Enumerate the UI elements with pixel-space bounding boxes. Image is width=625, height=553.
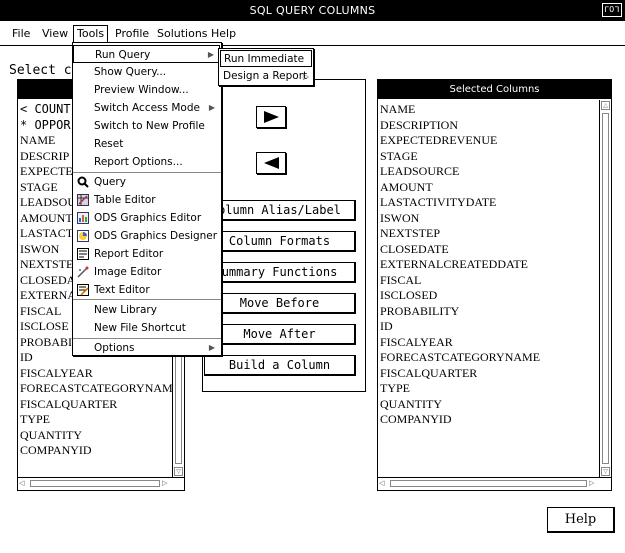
menu-file[interactable]: File <box>9 26 33 42</box>
menu-item-query[interactable]: Query <box>73 173 220 191</box>
window-control-icon[interactable]: ᒥ0ᒣ <box>602 3 622 17</box>
list-item[interactable]: FORECASTCATEGORYNAME <box>380 350 540 366</box>
selected-vertical-scrollbar[interactable]: △ ▽ <box>599 100 611 477</box>
selected-horizontal-scrollbar[interactable]: ◁ ▷ <box>378 477 611 490</box>
ods-graphics-editor-icon <box>77 212 89 224</box>
menu-item-run-query[interactable]: Run Query ▶ <box>73 45 220 63</box>
menu-item-ods-graphics-designer[interactable]: ODS Graphics Designer <box>73 227 220 245</box>
menu-item-design-report[interactable]: Design a Report ▷ <box>220 68 312 85</box>
selected-columns-rows: NAME DESCRIPTION EXPECTEDREVENUE STAGE LEADS… <box>380 102 540 428</box>
menu-item-image-editor[interactable]: Image Editor <box>73 263 220 281</box>
tools-menu: Run Query ▶ Show Query... Preview Window… <box>72 42 222 356</box>
scroll-thumb[interactable] <box>602 113 609 464</box>
move-after-button[interactable]: Move After <box>204 324 356 345</box>
submenu-arrow-icon: ▷ <box>302 72 309 81</box>
menu-item-preview-window[interactable]: Preview Window... <box>73 81 220 99</box>
summary-functions-button[interactable]: ummary Functions <box>204 262 356 283</box>
selected-columns-header: Selected Columns <box>378 80 611 99</box>
build-column-button[interactable]: Build a Column <box>204 355 356 376</box>
scroll-down-icon[interactable]: ▽ <box>601 467 610 476</box>
help-button[interactable]: Help <box>547 507 615 533</box>
ods-graphics-designer-icon <box>77 230 89 242</box>
menu-item-report-editor[interactable]: Report Editor <box>73 245 220 263</box>
remove-column-button[interactable] <box>256 152 286 174</box>
list-item[interactable]: FISCALQUARTER <box>380 366 540 382</box>
menu-item-table-editor[interactable]: Table Editor <box>73 191 220 209</box>
list-item[interactable]: CLOSEDATE <box>380 242 540 258</box>
available-horizontal-scrollbar[interactable]: ◁ ▷ <box>18 477 184 490</box>
list-item[interactable]: ID <box>380 319 540 335</box>
scroll-thumb-h[interactable] <box>390 480 587 487</box>
list-item[interactable]: FISCALYEAR <box>380 335 540 351</box>
list-item[interactable]: PROBABILITY <box>380 304 540 320</box>
run-query-submenu: Run Immediate Design a Report ▷ <box>218 48 314 86</box>
list-item[interactable]: ISWON <box>380 211 540 227</box>
menu-item-reset[interactable]: Reset <box>73 135 220 153</box>
list-item[interactable]: FISCALYEAR <box>20 366 180 382</box>
list-item[interactable]: TYPE <box>380 381 540 397</box>
arrow-right-icon <box>264 111 279 123</box>
list-item[interactable]: FORECASTCATEGORYNAME <box>20 381 180 397</box>
submenu-arrow-icon: ▶ <box>208 343 215 352</box>
list-item[interactable]: DESCRIPTION <box>380 118 540 134</box>
list-item[interactable]: FISCALQUARTER <box>20 397 180 413</box>
menu-separator <box>73 299 221 300</box>
list-item[interactable]: NEXTSTEP <box>380 226 540 242</box>
add-column-button[interactable] <box>256 106 286 128</box>
menu-item-options[interactable]: Options ▶ <box>73 339 220 357</box>
scroll-right-icon[interactable]: ▷ <box>162 479 171 488</box>
menu-item-report-options[interactable]: Report Options... <box>73 153 220 171</box>
query-icon <box>77 176 89 188</box>
menu-item-new-library[interactable]: New Library <box>73 301 220 319</box>
scroll-thumb-h[interactable] <box>30 480 160 487</box>
arrow-left-icon <box>264 157 279 169</box>
selected-columns-list[interactable]: Selected Columns NAME DESCRIPTION EXPECTED… <box>377 79 612 491</box>
menu-item-show-query[interactable]: Show Query... <box>73 63 220 81</box>
list-item[interactable]: AMOUNT <box>380 180 540 196</box>
list-item[interactable]: TYPE <box>20 412 180 428</box>
menu-item-new-file-shortcut[interactable]: New File Shortcut <box>73 319 220 337</box>
scroll-left-icon[interactable]: ◁ <box>19 479 28 488</box>
scroll-right-icon[interactable]: ▷ <box>589 479 598 488</box>
submenu-arrow-icon: ▶ <box>207 50 214 59</box>
list-item[interactable]: ISCLOSED <box>380 288 540 304</box>
move-before-button[interactable]: Move Before <box>204 293 356 314</box>
menu-tools[interactable]: Tools <box>73 25 109 43</box>
menubar: File View Tools Profile Solutions Help <box>0 24 625 44</box>
menu-solutions[interactable]: Solutions <box>154 26 211 42</box>
list-item[interactable]: STAGE <box>380 149 540 165</box>
submenu-arrow-icon: ▶ <box>208 103 215 112</box>
list-item[interactable]: COMPANYID <box>20 443 180 459</box>
list-item[interactable]: QUANTITY <box>380 397 540 413</box>
table-editor-icon <box>77 194 89 206</box>
list-item[interactable]: LASTACTIVITYDATE <box>380 195 540 211</box>
window-title: SQL QUERY COLUMNS <box>249 4 376 17</box>
list-item[interactable]: LEADSOURCE <box>380 164 540 180</box>
scroll-down-icon[interactable]: ▽ <box>174 467 183 476</box>
menu-item-switch-access-mode[interactable]: Switch Access Mode ▶ <box>73 99 220 117</box>
window-title-bar: SQL QUERY COLUMNS ᒥ0ᒣ <box>0 0 625 21</box>
menu-view[interactable]: View <box>39 26 71 42</box>
report-editor-icon <box>77 248 89 260</box>
menu-profile[interactable]: Profile <box>112 26 152 42</box>
scroll-left-icon[interactable]: ◁ <box>379 479 388 488</box>
menu-item-switch-profile[interactable]: Switch to New Profile <box>73 117 220 135</box>
column-alias-button[interactable]: olumn Alias/Label <box>204 200 356 221</box>
menu-help[interactable]: Help <box>208 26 239 42</box>
list-item[interactable]: EXTERNALCREATEDDATE <box>380 257 540 273</box>
select-columns-label: Select co <box>9 63 80 78</box>
column-formats-button[interactable]: Column Formats <box>204 231 356 252</box>
scroll-up-icon[interactable]: △ <box>601 101 610 110</box>
menu-item-run-immediate[interactable]: Run Immediate <box>220 50 312 67</box>
text-editor-icon <box>77 284 89 296</box>
menu-item-text-editor[interactable]: Text Editor <box>73 281 220 299</box>
list-item[interactable]: EXPECTEDREVENUE <box>380 133 540 149</box>
list-item[interactable]: FISCAL <box>380 273 540 289</box>
list-item[interactable]: COMPANYID <box>380 412 540 428</box>
list-item[interactable]: NAME <box>380 102 540 118</box>
list-item[interactable]: QUANTITY <box>20 428 180 444</box>
menu-item-ods-graphics-editor[interactable]: ODS Graphics Editor <box>73 209 220 227</box>
image-editor-icon <box>77 266 89 278</box>
